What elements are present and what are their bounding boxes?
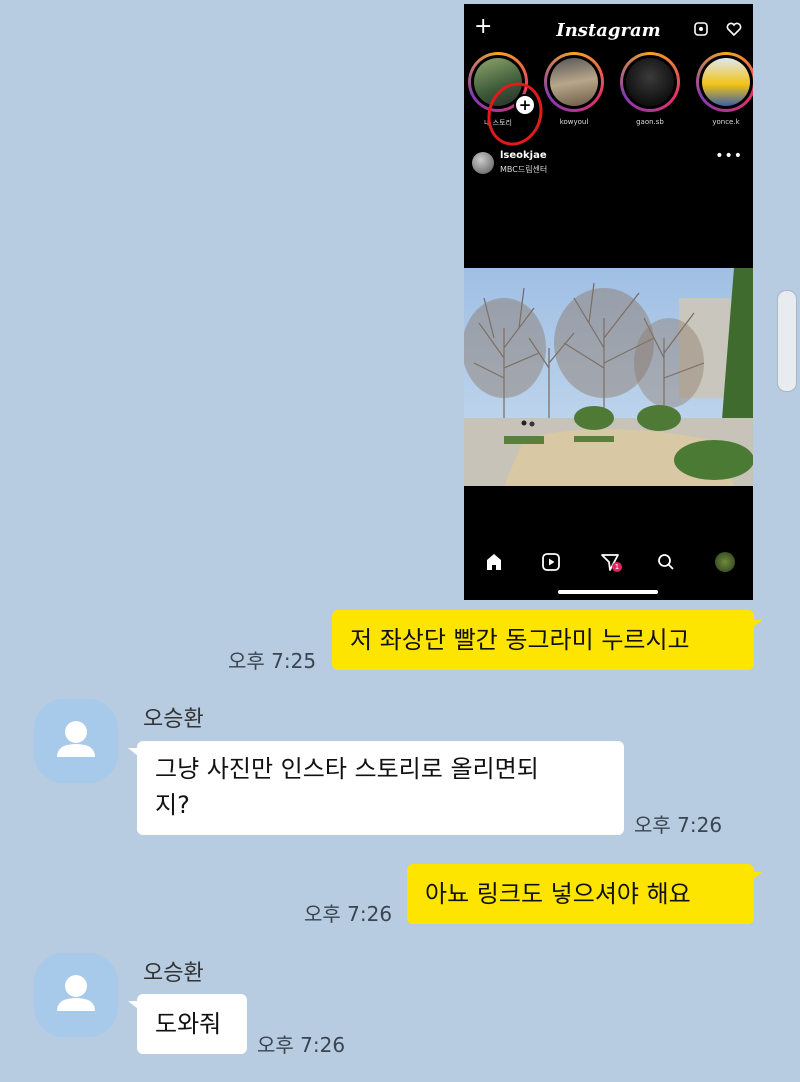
- shared-image-message[interactable]: + Instagram + 내 스토리 kowyoul gaon.sb yonc…: [464, 4, 753, 600]
- post-username: lseokjae: [500, 150, 547, 161]
- message-text: 저 좌상단 빨간 동그라미 누르시고: [350, 626, 690, 654]
- message-text: 아뇨 링크도 넣으셔야 해요: [425, 880, 691, 908]
- post-avatar: [472, 152, 494, 174]
- message-text-line: 그냥 사진만 인스타 스토리로 올리면되: [155, 755, 539, 783]
- instagram-header: + Instagram: [464, 4, 753, 54]
- default-profile-icon: [57, 721, 95, 757]
- instagram-bottom-nav: 1: [464, 544, 753, 584]
- story-avatar: [702, 58, 750, 106]
- scrollbar-thumb[interactable]: [777, 290, 797, 392]
- story-item: yonce.k: [696, 52, 753, 126]
- avatar[interactable]: [34, 953, 118, 1037]
- home-icon: [487, 554, 501, 570]
- bubble-tail: [752, 620, 762, 628]
- heart-icon: [726, 22, 742, 36]
- search-icon: [658, 554, 674, 570]
- story-name: yonce.k: [712, 118, 740, 126]
- home-indicator: [558, 590, 658, 594]
- notification-badge: 1: [612, 562, 622, 572]
- message-text-line: 지?: [155, 791, 190, 819]
- message-text: 도와줘: [155, 1010, 222, 1038]
- story-avatar: [550, 58, 598, 106]
- sender-name: 오승환: [143, 707, 204, 732]
- my-message-bubble[interactable]: 아뇨 링크도 넣으셔야 해요: [407, 864, 754, 924]
- bubble-tail: [752, 872, 762, 880]
- message-time: 오후 7:26: [257, 1033, 346, 1057]
- post-location: MBC드림센터: [500, 165, 548, 174]
- other-message-bubble[interactable]: 그냥 사진만 인스타 스토리로 올리면되 지?: [137, 741, 624, 835]
- chat-room: + Instagram + 내 스토리 kowyoul gaon.sb yonc…: [0, 0, 800, 1082]
- story-name: gaon.sb: [636, 118, 664, 126]
- reels-icon: [694, 22, 708, 36]
- story-item: kowyoul: [544, 52, 604, 126]
- instagram-logo: Instagram: [556, 20, 661, 41]
- story-avatar: [626, 58, 674, 106]
- profile-icon: [715, 552, 735, 572]
- message-time: 오후 7:25: [228, 649, 317, 673]
- reels-icon: [542, 553, 560, 571]
- message-time: 오후 7:26: [304, 902, 393, 926]
- story-name: kowyoul: [559, 118, 589, 126]
- other-message-bubble[interactable]: 도와줘: [137, 994, 247, 1054]
- more-icon: •••: [715, 148, 743, 164]
- avatar[interactable]: [34, 699, 118, 783]
- my-message-bubble[interactable]: 저 좌상단 빨간 동그라미 누르시고: [332, 610, 754, 670]
- sender-name: 오승환: [143, 961, 204, 986]
- message-time: 오후 7:26: [634, 813, 723, 837]
- post-photo: [464, 268, 753, 486]
- story-item: gaon.sb: [620, 52, 680, 126]
- post-header: lseokjae MBC드림센터 •••: [472, 148, 745, 180]
- default-profile-icon: [57, 975, 95, 1011]
